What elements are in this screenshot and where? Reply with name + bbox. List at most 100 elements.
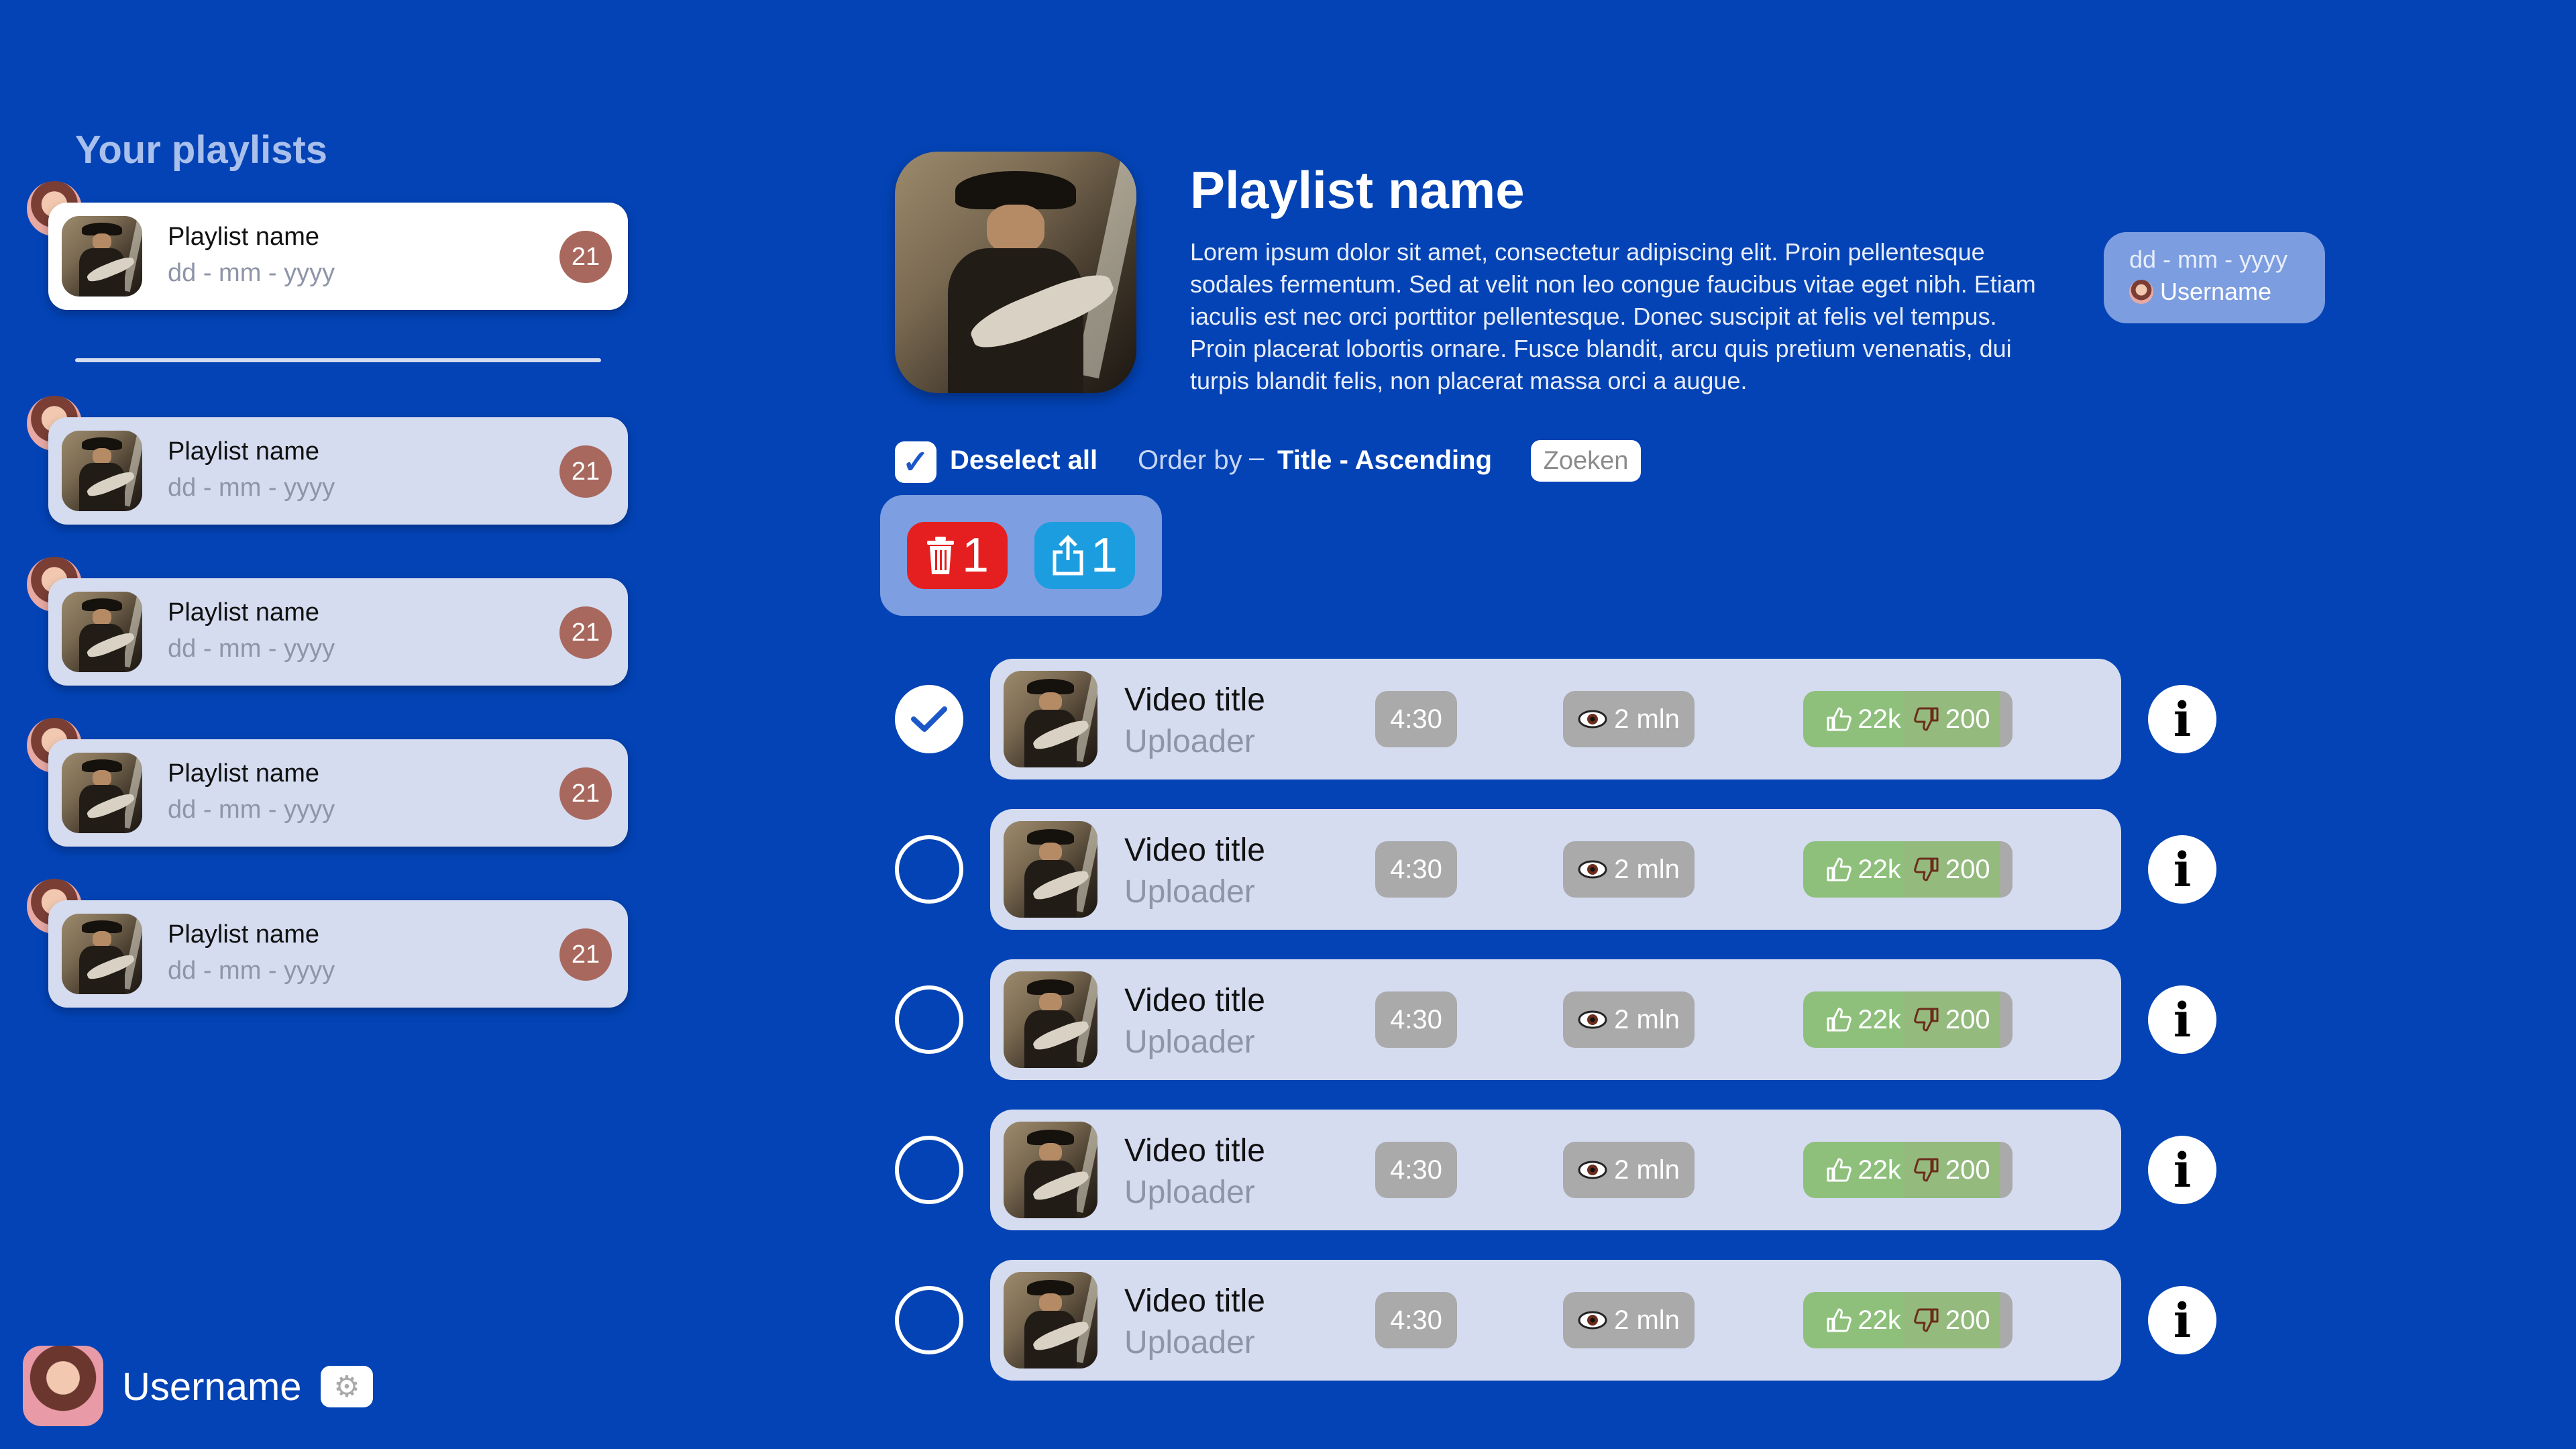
playlist-card[interactable]: Playlist name dd - mm - yyyy 21 <box>48 417 628 525</box>
video-views-badge: 2 mln <box>1563 1292 1695 1348</box>
trash-icon <box>926 535 955 576</box>
playlist-cover <box>62 914 142 994</box>
video-info-button[interactable]: i <box>2148 985 2216 1054</box>
user-avatar[interactable] <box>23 1346 103 1426</box>
thumbs-up-icon[interactable] <box>1825 856 1852 883</box>
video-row[interactable]: Video title Uploader 4:30 2 mln 22k 200 <box>990 1260 2121 1381</box>
video-row[interactable]: Video title Uploader 4:30 2 mln 22k 200 <box>990 809 2121 930</box>
info-icon: i <box>2173 691 2192 747</box>
thumbs-up-icon[interactable] <box>1825 706 1852 733</box>
video-info-button[interactable]: i <box>2148 835 2216 904</box>
thumbs-up-icon[interactable] <box>1825 1307 1852 1334</box>
username-label: Username <box>122 1365 302 1409</box>
playlist-date: dd - mm - yyyy <box>168 635 335 663</box>
video-views: 2 mln <box>1614 704 1680 734</box>
video-dislikes: 200 <box>1945 1305 1990 1335</box>
share-icon <box>1052 535 1084 576</box>
gear-icon: ⚙ <box>333 1370 360 1403</box>
video-dislikes: 200 <box>1945 1004 1990 1034</box>
playlist-date: dd - mm - yyyy <box>168 474 335 502</box>
order-by-label: Order by <box>1138 445 1242 475</box>
video-thumbnail <box>1004 1272 1097 1368</box>
video-select-toggle[interactable] <box>895 1136 963 1204</box>
playlist-count-badge: 21 <box>559 445 612 498</box>
video-duration: 4:30 <box>1375 691 1457 747</box>
video-title: Video title <box>1124 682 1265 718</box>
thumbs-down-icon[interactable] <box>1913 856 1940 883</box>
owner-avatar <box>2129 280 2153 304</box>
deselect-all-label[interactable]: Deselect all <box>950 445 1097 476</box>
video-dislikes: 200 <box>1945 704 1990 734</box>
video-views-badge: 2 mln <box>1563 841 1695 898</box>
video-select-toggle[interactable] <box>895 835 963 904</box>
video-duration: 4:30 <box>1375 1142 1457 1198</box>
search-button[interactable]: Zoeken <box>1531 440 1641 482</box>
video-rating-badge: 22k 200 <box>1803 1292 2012 1348</box>
playlist-count-badge: 21 <box>559 231 612 283</box>
video-select-toggle[interactable] <box>895 1286 963 1354</box>
video-views: 2 mln <box>1614 1305 1680 1335</box>
video-likes: 22k <box>1858 1305 1901 1335</box>
video-dislikes: 200 <box>1945 854 1990 884</box>
video-thumbnail <box>1004 971 1097 1068</box>
video-uploader: Uploader <box>1124 1024 1255 1060</box>
delete-selected-button[interactable]: 1 <box>907 522 1008 589</box>
playlist-meta-user[interactable]: Username <box>2129 278 2325 306</box>
thumbs-up-icon[interactable] <box>1825 1157 1852 1183</box>
eye-icon <box>1578 1161 1607 1179</box>
thumbs-up-icon[interactable] <box>1825 1006 1852 1033</box>
video-uploader: Uploader <box>1124 874 1255 910</box>
video-rating-badge: 22k 200 <box>1803 691 2012 747</box>
playlist-meta-pill: dd - mm - yyyy Username <box>2104 232 2325 323</box>
video-select-toggle[interactable] <box>895 985 963 1054</box>
share-count: 1 <box>1090 529 1118 582</box>
playlist-count-badge: 21 <box>559 606 612 659</box>
deselect-all-checkbox[interactable]: ✓ <box>895 441 936 483</box>
video-views: 2 mln <box>1614 1004 1680 1034</box>
video-row[interactable]: Video title Uploader 4:30 2 mln 22k 200 <box>990 1110 2121 1230</box>
video-uploader: Uploader <box>1124 1325 1255 1360</box>
video-views: 2 mln <box>1614 854 1680 884</box>
playlist-card[interactable]: Playlist name dd - mm - yyyy 21 <box>48 900 628 1008</box>
playlist-date: dd - mm - yyyy <box>168 957 335 985</box>
video-info-button[interactable]: i <box>2148 1136 2216 1204</box>
settings-button[interactable]: ⚙ <box>321 1366 373 1407</box>
eye-icon <box>1578 710 1607 729</box>
playlist-cover <box>62 592 142 672</box>
video-row[interactable]: Video title Uploader 4:30 2 mln 22k 200 <box>990 959 2121 1080</box>
eye-icon <box>1578 1010 1607 1029</box>
checkmark-icon: ✓ <box>902 445 930 480</box>
playlist-name: Playlist name <box>168 759 319 788</box>
video-info-button[interactable]: i <box>2148 1286 2216 1354</box>
video-title: Video title <box>1124 833 1265 868</box>
thumbs-down-icon[interactable] <box>1913 706 1940 733</box>
share-selected-button[interactable]: 1 <box>1034 522 1135 589</box>
info-icon: i <box>2173 991 2192 1048</box>
checkmark-icon <box>911 706 947 732</box>
thumbs-down-icon[interactable] <box>1913 1157 1940 1183</box>
playlist-name: Playlist name <box>168 223 319 251</box>
playlist-card[interactable]: Playlist name dd - mm - yyyy 21 <box>48 739 628 847</box>
playlist-card[interactable]: Playlist name dd - mm - yyyy 21 <box>48 578 628 686</box>
video-select-toggle-checked[interactable] <box>895 685 963 753</box>
video-likes: 22k <box>1858 704 1901 734</box>
video-title: Video title <box>1124 983 1265 1018</box>
playlist-cover <box>62 753 142 833</box>
video-views: 2 mln <box>1614 1155 1680 1185</box>
playlist-card-active[interactable]: Playlist name dd - mm - yyyy 21 <box>48 203 628 310</box>
sidebar-divider <box>75 358 601 362</box>
video-title: Video title <box>1124 1283 1265 1319</box>
video-uploader: Uploader <box>1124 724 1255 759</box>
playlist-header-cover <box>895 152 1136 393</box>
thumbs-down-icon[interactable] <box>1913 1307 1940 1334</box>
playlist-description: Lorem ipsum dolor sit amet, consectetur … <box>1190 238 2036 394</box>
thumbs-down-icon[interactable] <box>1913 1006 1940 1033</box>
playlist-meta-date: dd - mm - yyyy <box>2129 246 2288 273</box>
playlist-name: Playlist name <box>168 920 319 949</box>
video-info-button[interactable]: i <box>2148 685 2216 753</box>
eye-icon <box>1578 1311 1607 1330</box>
eye-icon <box>1578 860 1607 879</box>
video-likes: 22k <box>1858 854 1901 884</box>
video-row[interactable]: Video title Uploader 4:30 2 mln 22k 200 <box>990 659 2121 780</box>
order-by-select[interactable]: Title - Ascending <box>1277 445 1492 476</box>
